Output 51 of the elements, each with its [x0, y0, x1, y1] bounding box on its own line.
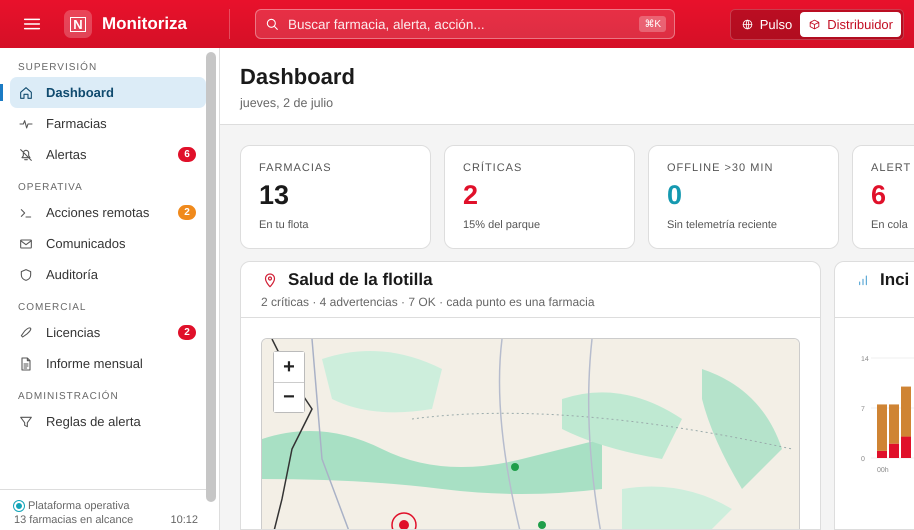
stat-label: ALERT: [871, 162, 912, 174]
sidebar-item[interactable]: Informe mensual: [10, 348, 206, 379]
stat-label: OFFLINE >30 MIN: [667, 162, 774, 174]
box-icon: [808, 18, 822, 30]
stat-note: 15% del parque: [463, 219, 542, 231]
stat-label: CRÍTICAS: [463, 162, 524, 174]
section-title: ADMINISTRACIÓN: [17, 389, 120, 404]
count-badge: 2: [178, 205, 196, 220]
sidebar-item[interactable]: Reglas de alerta: [10, 406, 206, 437]
globe-icon: [740, 18, 754, 30]
search-field[interactable]: Buscar farmacia, alerta, acción... ⌘K: [255, 9, 675, 39]
sidebar-item[interactable]: Farmacias: [10, 108, 206, 139]
section-title: OPERATIVA: [17, 181, 84, 195]
status-dot: [14, 501, 24, 511]
bell-off-icon: [18, 146, 34, 162]
section-title: SUPERVISIÓN: [17, 62, 98, 75]
stat-value: 0: [667, 180, 684, 211]
app-name: Monitoriza: [102, 14, 187, 34]
logo-letter: N: [70, 16, 86, 32]
stat-note: En cola: [871, 219, 909, 231]
search-icon: [264, 16, 280, 32]
time-text: 10:12: [170, 514, 198, 526]
active-indicator: [0, 84, 3, 101]
count-badge: 2: [178, 325, 196, 340]
stat-value: 2: [463, 180, 480, 211]
stat-label: FARMACIAS: [259, 162, 333, 174]
mode-tab[interactable]: Pulso: [732, 12, 800, 36]
home-icon: [18, 84, 34, 100]
sidebar-item[interactable]: Licencias 2: [10, 317, 206, 348]
sidebar-item[interactable]: Auditoría: [10, 259, 206, 290]
count-badge: 6: [178, 147, 196, 162]
status-text: Plataforma operativa: [28, 500, 130, 512]
mode-tab[interactable]: Distribuidor: [800, 12, 901, 36]
card-title: Salud de la flotilla: [288, 270, 433, 290]
scope-text: 13 farmacias en alcance: [14, 514, 134, 526]
shield-icon: [18, 266, 34, 282]
sidebar-item[interactable]: Acciones remotas 2: [10, 197, 206, 228]
stat-note: En tu flota: [259, 219, 310, 231]
card-title: Inci: [880, 270, 910, 290]
section-title: COMERCIAL: [17, 301, 88, 315]
sidebar-item[interactable]: Alertas 6: [10, 139, 206, 170]
sidebar-item[interactable]: Comunicados: [10, 228, 206, 259]
shortcut-key: ⌘K: [639, 16, 666, 32]
stat-value: 6: [871, 180, 888, 211]
scrollbar[interactable]: [206, 52, 216, 502]
card-subtitle: 2 críticas · 4 advertencias · 7 OK · cada punto es una farmacia: [261, 295, 596, 309]
page-date: jueves, 2 de julio: [240, 96, 334, 110]
zoom-out-button[interactable]: −: [274, 382, 304, 412]
stat-note: Sin telemetría reciente: [667, 219, 778, 231]
stat-value: 13: [259, 180, 290, 211]
page-title: Dashboard: [240, 64, 356, 90]
